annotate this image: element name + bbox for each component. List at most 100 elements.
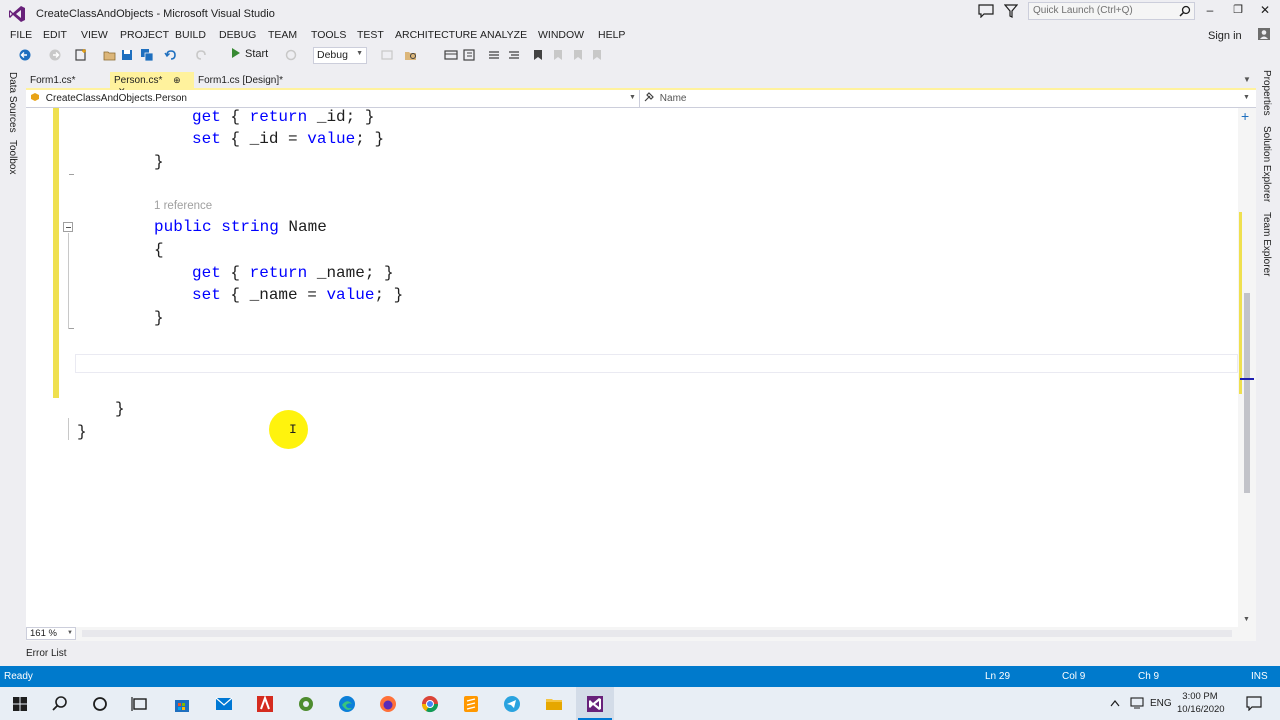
menu-file[interactable]: FILE <box>10 29 32 41</box>
save-all-icon[interactable] <box>140 48 154 62</box>
code-text: { <box>230 108 250 126</box>
firefox-icon[interactable] <box>378 694 398 714</box>
menu-view[interactable]: VIEW <box>81 29 108 41</box>
solution-configuration-dropdown[interactable]: Debug ▼ <box>313 47 367 64</box>
menu-build[interactable]: BUILD <box>175 29 206 41</box>
cortana-icon[interactable] <box>90 694 110 714</box>
search-icon[interactable] <box>1179 5 1191 17</box>
file-explorer-icon[interactable] <box>544 694 564 714</box>
menu-tools[interactable]: TOOLS <box>311 29 346 41</box>
menu-team[interactable]: TEAM <box>268 29 297 41</box>
scrollbar-thumb[interactable] <box>1244 293 1250 493</box>
split-window-icon[interactable]: + <box>1241 108 1249 124</box>
undo-icon[interactable] <box>164 48 178 62</box>
menu-architecture[interactable]: ARCHITECTURE <box>395 29 477 41</box>
tab-person-cs[interactable]: Person.cs* ⊕ ✕ <box>110 72 194 96</box>
refresh-icon[interactable] <box>284 48 298 62</box>
menu-help[interactable]: HELP <box>598 29 625 41</box>
properties-tab[interactable]: Properties <box>1261 70 1272 116</box>
solution-explorer-icon[interactable] <box>462 48 476 62</box>
keyword: set <box>192 130 221 148</box>
uncomment-icon[interactable] <box>507 48 521 62</box>
find-in-files-icon[interactable] <box>404 48 418 62</box>
start-debugging-button[interactable]: Start <box>232 48 268 60</box>
open-file-icon[interactable] <box>103 48 117 62</box>
quick-launch-input[interactable]: Quick Launch (Ctrl+Q) <box>1028 2 1195 20</box>
visual-studio-taskbar-icon[interactable] <box>585 694 605 714</box>
system-clock[interactable]: 3:00 PM 10/16/2020 <box>1177 690 1225 716</box>
previous-bookmark-icon[interactable] <box>551 48 565 62</box>
bookmark-icon[interactable] <box>531 48 545 62</box>
task-view-icon[interactable] <box>130 694 150 714</box>
save-icon[interactable] <box>120 48 134 62</box>
codelens-references[interactable]: 1 reference <box>154 200 212 212</box>
menu-test[interactable]: TEST <box>357 29 384 41</box>
solution-explorer-tab[interactable]: Solution Explorer <box>1261 126 1272 202</box>
comment-out-icon[interactable] <box>487 48 501 62</box>
filter-icon[interactable] <box>1004 4 1018 18</box>
toolbox-tab[interactable]: Toolbox <box>7 140 18 174</box>
member-scope-dropdown[interactable]: Name ▼ <box>640 90 1256 107</box>
redo-icon[interactable] <box>194 48 208 62</box>
attach-icon[interactable] <box>380 48 394 62</box>
code-text: { <box>220 264 250 282</box>
menu-window[interactable]: WINDOW <box>538 29 584 41</box>
search-icon[interactable] <box>50 694 70 714</box>
team-explorer-tab[interactable]: Team Explorer <box>1261 212 1272 276</box>
chrome-icon[interactable] <box>420 694 440 714</box>
new-project-icon[interactable] <box>74 48 88 62</box>
start-label: Start <box>245 48 269 60</box>
vertical-scrollbar[interactable]: + ▼ <box>1238 108 1256 628</box>
menu-analyze[interactable]: ANALYZE <box>480 29 527 41</box>
menu-debug[interactable]: DEBUG <box>219 29 256 41</box>
sublime-text-icon[interactable] <box>461 694 481 714</box>
toggle-view-icon[interactable] <box>444 48 458 62</box>
navigate-back-icon[interactable] <box>18 48 32 62</box>
network-icon[interactable] <box>1130 697 1144 709</box>
close-button[interactable]: ✕ <box>1255 3 1275 19</box>
tab-label: Form1.cs [Design]* <box>198 75 284 86</box>
settings-app-icon[interactable] <box>296 694 316 714</box>
scroll-down-icon[interactable]: ▼ <box>1243 616 1250 623</box>
pin-icon[interactable]: ⊕ <box>173 75 181 85</box>
input-language[interactable]: ENG <box>1150 698 1172 709</box>
menu-edit[interactable]: EDIT <box>43 29 67 41</box>
store-icon[interactable] <box>172 694 192 714</box>
notifications-icon[interactable] <box>1246 696 1262 711</box>
status-line: Ln 29 <box>985 671 1011 682</box>
class-scope-dropdown[interactable]: CreateClassAndObjects.Person ▼ <box>26 90 640 107</box>
outline-end-marker <box>69 174 74 175</box>
code-text: Name <box>278 218 327 236</box>
tab-list-dropdown-icon[interactable]: ▼ <box>1243 75 1251 84</box>
code-line: get { return _name; } <box>192 264 394 282</box>
clear-bookmarks-icon[interactable] <box>590 48 604 62</box>
edge-icon[interactable] <box>337 694 357 714</box>
sign-in-link[interactable]: Sign in <box>1208 30 1242 42</box>
menu-project[interactable]: PROJECT <box>120 29 169 41</box>
horizontal-scrollbar[interactable] <box>82 630 1232 637</box>
collapse-outline-icon[interactable] <box>63 222 73 232</box>
mail-icon[interactable] <box>214 694 234 714</box>
maximize-button[interactable]: ❐ <box>1228 3 1248 19</box>
show-hidden-icons-icon[interactable] <box>1110 699 1120 707</box>
tab-form1-design[interactable]: Form1.cs [Design]* <box>194 72 287 90</box>
navigate-forward-icon[interactable] <box>48 48 62 62</box>
status-column: Col 9 <box>1062 671 1086 682</box>
code-editor[interactable]: get { return _id; } set { _id = value; }… <box>26 108 1256 628</box>
autocad-icon[interactable] <box>255 694 275 714</box>
next-bookmark-icon[interactable] <box>571 48 585 62</box>
windows-start-icon[interactable] <box>10 694 30 714</box>
telegram-icon[interactable] <box>502 694 522 714</box>
code-text: _id; } <box>307 108 375 126</box>
keyword: get <box>192 264 221 282</box>
zoom-dropdown[interactable]: 161 % ▼ <box>26 627 76 640</box>
data-sources-tab[interactable]: Data Sources <box>7 72 18 133</box>
error-list-tab[interactable]: Error List <box>26 648 67 659</box>
minimize-button[interactable]: – <box>1200 3 1220 19</box>
keyword: public <box>154 218 212 236</box>
feedback-icon[interactable] <box>978 4 994 18</box>
clock-time: 3:00 PM <box>1182 691 1218 702</box>
tab-form1-cs[interactable]: Form1.cs* <box>26 72 80 90</box>
status-insert-mode: INS <box>1251 671 1268 682</box>
account-icon[interactable] <box>1257 27 1271 41</box>
